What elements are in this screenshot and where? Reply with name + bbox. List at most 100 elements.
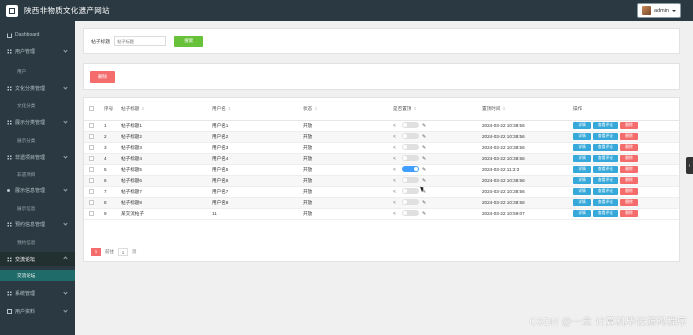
sidebar-item-system[interactable]: 系统管理 [0, 287, 75, 299]
view-comments-button[interactable]: 查看评论 [593, 210, 618, 217]
sidebar-item-user-mgmt[interactable]: 用户管理 [0, 45, 75, 57]
sidebar-item-forum[interactable]: 交流论坛 [0, 252, 75, 266]
sidebar-item-display-category[interactable]: 展示分类管理 [0, 116, 75, 128]
row-checkbox[interactable] [89, 133, 94, 139]
row-checkbox[interactable] [89, 177, 94, 183]
cell-status: 开放 [303, 122, 313, 128]
sidebar-item-reservation[interactable]: 预约信息管理 [0, 218, 75, 230]
row-checkbox[interactable] [89, 144, 94, 150]
delete-row-button[interactable]: 删除 [620, 199, 638, 206]
search-input[interactable] [114, 36, 167, 46]
view-comments-button[interactable]: 查看评论 [593, 122, 618, 129]
sidebar-subitem-forum[interactable]: 交流论坛 [0, 270, 75, 281]
top-toggle[interactable] [402, 144, 419, 151]
share-icon: < [393, 133, 396, 140]
cell-status: 开放 [303, 144, 313, 150]
view-comments-button[interactable]: 查看评论 [593, 177, 618, 184]
col-top[interactable]: 是否置顶 ⇕ [393, 98, 482, 121]
sidebar-item-culture-category[interactable]: 文化分类管理 [0, 82, 75, 94]
sidebar-item-profile[interactable]: 用户资料 [0, 305, 75, 317]
sidebar-subitem-display-info[interactable]: 展示信息 [0, 203, 75, 214]
collapse-toggle-icon[interactable]: ‹ [686, 157, 693, 174]
top-toggle[interactable] [402, 199, 419, 206]
delete-row-button[interactable]: 删除 [620, 155, 638, 162]
delete-row-button[interactable]: 删除 [620, 177, 638, 184]
view-comments-button[interactable]: 查看评论 [593, 199, 618, 206]
row-checkbox[interactable] [89, 166, 94, 172]
cell-no: 3 [104, 145, 107, 150]
select-all-checkbox[interactable] [89, 105, 94, 111]
delete-row-button[interactable]: 删除 [620, 122, 638, 129]
top-toggle[interactable] [402, 155, 419, 162]
sidebar-subitem-display-category[interactable]: 展示分类 [0, 135, 75, 146]
detail-button[interactable]: 详情 [573, 210, 591, 217]
top-toggle[interactable] [402, 166, 419, 173]
col-title[interactable]: 帖子标题 ⇕ [121, 98, 212, 121]
sidebar-item-dashboard[interactable]: Dashboard [0, 29, 75, 41]
row-checkbox[interactable] [89, 188, 94, 194]
delete-row-button[interactable]: 删除 [620, 144, 638, 151]
detail-button[interactable]: 详情 [573, 188, 591, 195]
edit-icon[interactable]: ✎ [422, 123, 426, 129]
row-checkbox[interactable] [89, 199, 94, 205]
share-icon: < [393, 199, 396, 206]
search-button[interactable]: 搜索 [174, 35, 204, 47]
cell-user: 用户名2 [212, 133, 229, 139]
edit-icon[interactable]: ✎ [422, 134, 426, 140]
sidebar-subitem-user[interactable]: 用户 [0, 66, 75, 77]
view-comments-button[interactable]: 查看评论 [593, 188, 618, 195]
top-toggle[interactable] [402, 177, 419, 184]
edit-icon[interactable]: ✎ [422, 167, 426, 173]
detail-button[interactable]: 详情 [573, 177, 591, 184]
view-comments-button[interactable]: 查看评论 [593, 133, 618, 140]
edit-icon[interactable]: ✎ [422, 156, 426, 162]
detail-button[interactable]: 详情 [573, 155, 591, 162]
delete-row-button[interactable]: 删除 [620, 210, 638, 217]
row-checkbox[interactable] [89, 155, 94, 161]
top-toggle[interactable] [402, 122, 419, 129]
bulk-delete-button[interactable]: 删除 [90, 71, 115, 83]
table-row: 2 帖子标题2 用户名2 开放 < ✎ 2024-03-22 10:38:56 详情 查看评论删… [84, 131, 679, 142]
delete-row-button[interactable]: 删除 [620, 188, 638, 195]
edit-icon[interactable]: ✎ [422, 211, 426, 217]
table-row: 1 帖子标题1 用户名1 开放 < ✎ 2024-03-22 10:38:56 详情 查看评论删… [84, 120, 679, 131]
col-status[interactable]: 状态 ⇕ [303, 98, 393, 121]
row-checkbox[interactable] [89, 210, 94, 216]
row-checkbox[interactable] [89, 122, 94, 128]
sidebar-subitem-culture-category[interactable]: 文化分类 [0, 100, 75, 111]
chevron-down-icon [63, 85, 68, 90]
edit-icon[interactable]: ✎ [422, 145, 426, 151]
sidebar-item-display-info[interactable]: 展示信息管理 [0, 184, 75, 196]
detail-button[interactable]: 详情 [573, 144, 591, 151]
sidebar-subitem-reservation[interactable]: 预约信息 [0, 237, 75, 248]
user-menu[interactable]: admin [637, 3, 681, 18]
sidebar-item-heritage-project[interactable]: 非遗项目管理 [0, 151, 75, 163]
col-user[interactable]: 用户名 ⇕ [212, 98, 303, 121]
edit-icon[interactable]: ✎ [422, 200, 426, 206]
top-toggle[interactable] [402, 188, 419, 195]
top-toggle[interactable] [402, 210, 419, 217]
detail-button[interactable]: 详情 [573, 199, 591, 206]
edit-icon[interactable]: ✎ [422, 178, 426, 184]
cell-top: < ✎ [393, 197, 482, 208]
delete-row-button[interactable]: 删除 [620, 133, 638, 140]
detail-button[interactable]: 详情 [573, 122, 591, 129]
table-row: 3 帖子标题3 用户名3 开放 < ✎ 2024-03-22 10:38:56 详情 查看评论删… [84, 142, 679, 153]
delete-row-button[interactable]: 删除 [620, 166, 638, 173]
detail-button[interactable]: 详情 [573, 166, 591, 173]
top-toggle[interactable] [402, 133, 419, 140]
action-panel: 删除 [83, 63, 680, 90]
detail-button[interactable]: 详情 [573, 133, 591, 140]
cell-time: 2024-03-22 10:38:56 [482, 200, 525, 205]
cell-ops: 详情 查看评论 删除 [573, 208, 679, 219]
view-comments-button[interactable]: 查看评论 [593, 144, 618, 151]
site-title: 陕西非物质文化遗产网站 [24, 6, 110, 15]
page-current[interactable]: 1 [91, 248, 101, 256]
sidebar-subitem-heritage-project[interactable]: 非遗项目 [0, 169, 75, 180]
goto-page-input[interactable]: 1 [118, 248, 128, 256]
cell-status: 开放 [303, 166, 313, 172]
col-time[interactable]: 置顶时间 ⇕ [482, 98, 573, 121]
view-comments-button[interactable]: 查看评论 [593, 166, 618, 173]
cell-ops: 详情 查看评论 删除 [573, 175, 679, 186]
view-comments-button[interactable]: 查看评论 [593, 155, 618, 162]
